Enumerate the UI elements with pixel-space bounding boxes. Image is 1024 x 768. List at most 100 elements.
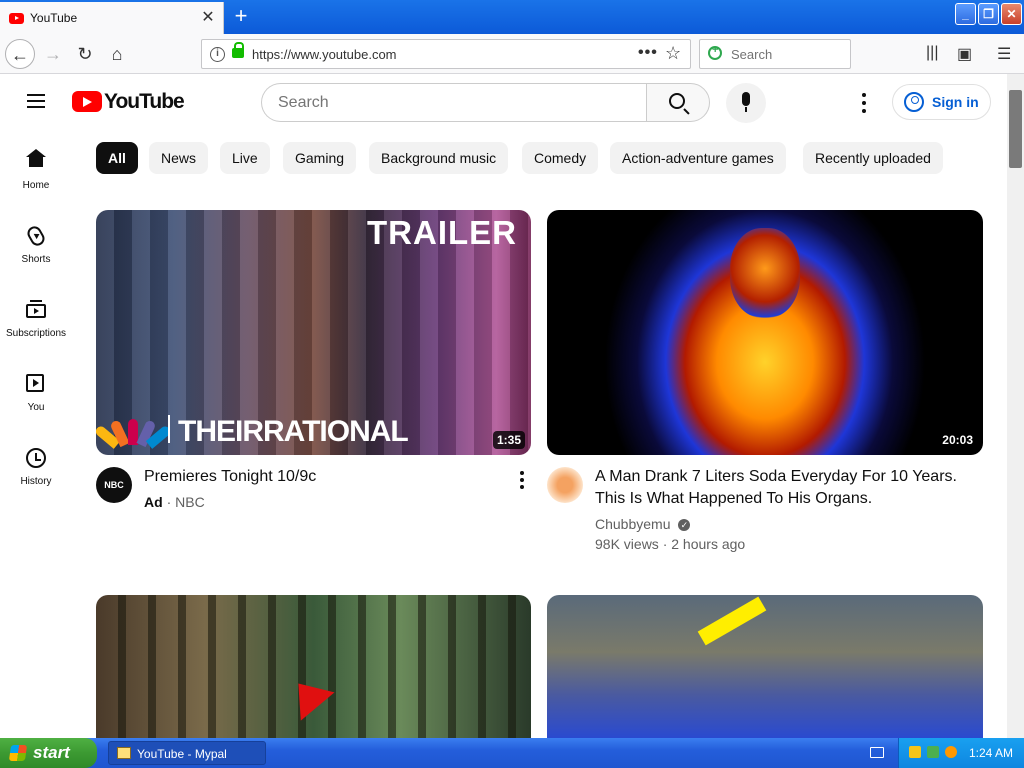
page-scrollbar[interactable] <box>1007 74 1024 738</box>
sidebar-item-subscriptions[interactable]: Subscriptions <box>0 292 72 356</box>
youtube-wordmark[interactable]: YouTube <box>104 90 185 114</box>
sidebar-item-label: Home <box>22 180 50 191</box>
search-engine-icon <box>708 44 722 60</box>
channel-name[interactable]: NBC <box>175 494 205 510</box>
windows-logo-icon <box>8 745 28 761</box>
youtube-search-button[interactable] <box>646 83 710 122</box>
video-duration: 1:35 <box>492 431 525 449</box>
new-tab-button[interactable]: + <box>228 4 254 30</box>
tab-youtube[interactable]: YouTube ✕ <box>0 2 224 34</box>
voice-search-button[interactable] <box>726 83 766 123</box>
reload-button[interactable]: ↻ <box>70 39 100 69</box>
you-icon <box>26 374 44 392</box>
windows-taskbar: start YouTube - Mypal 1:24 AM <box>0 738 1024 768</box>
search-tray-icon[interactable] <box>945 746 957 758</box>
sidebar-item-label: Shorts <box>21 254 51 265</box>
thumbnail-art <box>96 595 531 738</box>
system-tray: 1:24 AM <box>898 738 1024 768</box>
video-views: 98K views · 2 hours ago <box>595 536 746 552</box>
library-icon[interactable]: ||| <box>926 44 938 62</box>
sidebar-item-history[interactable]: History <box>0 440 72 504</box>
sidebar-item-label: You <box>27 402 45 413</box>
tab-close-icon[interactable]: ✕ <box>198 8 218 28</box>
start-label: start <box>33 743 70 762</box>
hamburger-menu-icon[interactable] <box>27 94 45 108</box>
mypal-app-icon <box>117 747 131 759</box>
thumbnail-text-trailer: TRAILER <box>367 214 517 251</box>
sign-in-button[interactable]: Sign in <box>892 84 991 120</box>
sidebar-item-label: Subscriptions <box>5 328 67 339</box>
youtube-favicon-icon <box>9 13 24 24</box>
chip-news[interactable]: News <box>149 142 209 174</box>
yellow-arrow-icon <box>697 596 767 646</box>
channel-row: Chubbyemu ✓ <box>595 514 691 534</box>
video-thumbnail[interactable]: 20:03 <box>547 210 983 455</box>
search-icon <box>669 93 685 109</box>
settings-kebab-icon[interactable] <box>857 92 871 114</box>
video-options-icon[interactable] <box>517 470 527 490</box>
home-icon <box>26 149 46 167</box>
account-icon <box>904 92 924 112</box>
keyboard-icon[interactable] <box>870 747 884 758</box>
sidebar-toggle-icon[interactable]: ▣ <box>957 44 972 64</box>
video-thumbnail[interactable]: TRAILER THEIRRATIONAL 1:35 <box>96 210 531 455</box>
browser-search-placeholder: Search <box>731 47 773 62</box>
restore-button[interactable]: ❐ <box>978 3 999 25</box>
url-text[interactable]: https://www.youtube.com <box>252 47 397 62</box>
browser-search-bar[interactable]: Search <box>699 39 851 69</box>
chip-all[interactable]: All <box>96 142 138 174</box>
lock-icon[interactable] <box>232 42 244 58</box>
chip-action-adventure-games[interactable]: Action-adventure games <box>610 142 786 174</box>
nbc-peacock-icon <box>96 417 173 449</box>
sidebar-item-home[interactable]: Home <box>0 144 72 208</box>
youtube-logo-icon[interactable] <box>72 91 102 112</box>
chip-gaming[interactable]: Gaming <box>283 142 357 174</box>
youtube-search-input[interactable] <box>278 94 628 112</box>
chip-background-music[interactable]: Background music <box>369 142 509 174</box>
thumbnail-art <box>730 228 800 318</box>
channel-avatar[interactable]: NBC <box>96 467 132 503</box>
back-button[interactable]: ← <box>5 39 35 69</box>
divider <box>168 415 170 443</box>
url-bar[interactable]: i https://www.youtube.com ••• ☆ <box>201 39 691 69</box>
info-icon[interactable]: i <box>210 47 225 62</box>
subscriptions-icon <box>26 300 46 318</box>
channel-avatar[interactable] <box>547 467 583 503</box>
minimize-button[interactable]: _ <box>955 3 976 25</box>
sidebar-item-label: History <box>20 476 52 487</box>
microphone-icon <box>742 92 750 112</box>
forward-button[interactable]: → <box>38 39 68 69</box>
chip-recently-uploaded[interactable]: Recently uploaded <box>803 142 943 174</box>
scrollbar-thumb[interactable] <box>1009 90 1022 168</box>
home-button[interactable]: ⌂ <box>102 39 132 69</box>
start-button[interactable]: start <box>0 738 97 768</box>
taskbar-item-label: YouTube - Mypal <box>137 747 227 761</box>
video-title[interactable]: Premieres Tonight 10/9c <box>144 466 484 488</box>
shorts-icon <box>24 223 48 249</box>
video-title[interactable]: A Man Drank 7 Liters Soda Everyday For 1… <box>595 466 975 510</box>
sidebar-item-you[interactable]: You <box>0 366 72 430</box>
page-actions-icon[interactable]: ••• <box>638 44 658 62</box>
chip-comedy[interactable]: Comedy <box>522 142 599 174</box>
clock: 1:24 AM <box>969 746 1014 760</box>
video-duration: 20:03 <box>938 431 977 449</box>
shield-icon[interactable] <box>909 746 921 758</box>
network-icon[interactable] <box>927 746 939 758</box>
menu-icon[interactable]: ☰ <box>997 44 1011 64</box>
video-meta: Ad · NBC <box>144 492 205 512</box>
verified-icon: ✓ <box>678 519 691 532</box>
video-thumbnail[interactable] <box>96 595 531 738</box>
video-thumbnail[interactable] <box>547 595 983 738</box>
bookmark-star-icon[interactable]: ☆ <box>665 43 681 64</box>
sidebar-item-shorts[interactable]: Shorts <box>0 218 72 282</box>
browser-nav-bar: ← → ↻ ⌂ i https://www.youtube.com ••• ☆ … <box>0 34 1024 74</box>
chip-live[interactable]: Live <box>220 142 270 174</box>
youtube-search-box[interactable] <box>261 83 647 122</box>
tab-title: YouTube <box>30 11 78 25</box>
close-window-button[interactable]: ✕ <box>1001 3 1022 25</box>
youtube-header: YouTube Sign in <box>0 74 1007 130</box>
taskbar-item-mypal[interactable]: YouTube - Mypal <box>108 741 266 765</box>
channel-name[interactable]: Chubbyemu <box>595 516 671 532</box>
meta-separator: · <box>166 494 172 510</box>
browser-tab-strip: YouTube ✕ + _ ❐ ✕ <box>0 0 1024 34</box>
